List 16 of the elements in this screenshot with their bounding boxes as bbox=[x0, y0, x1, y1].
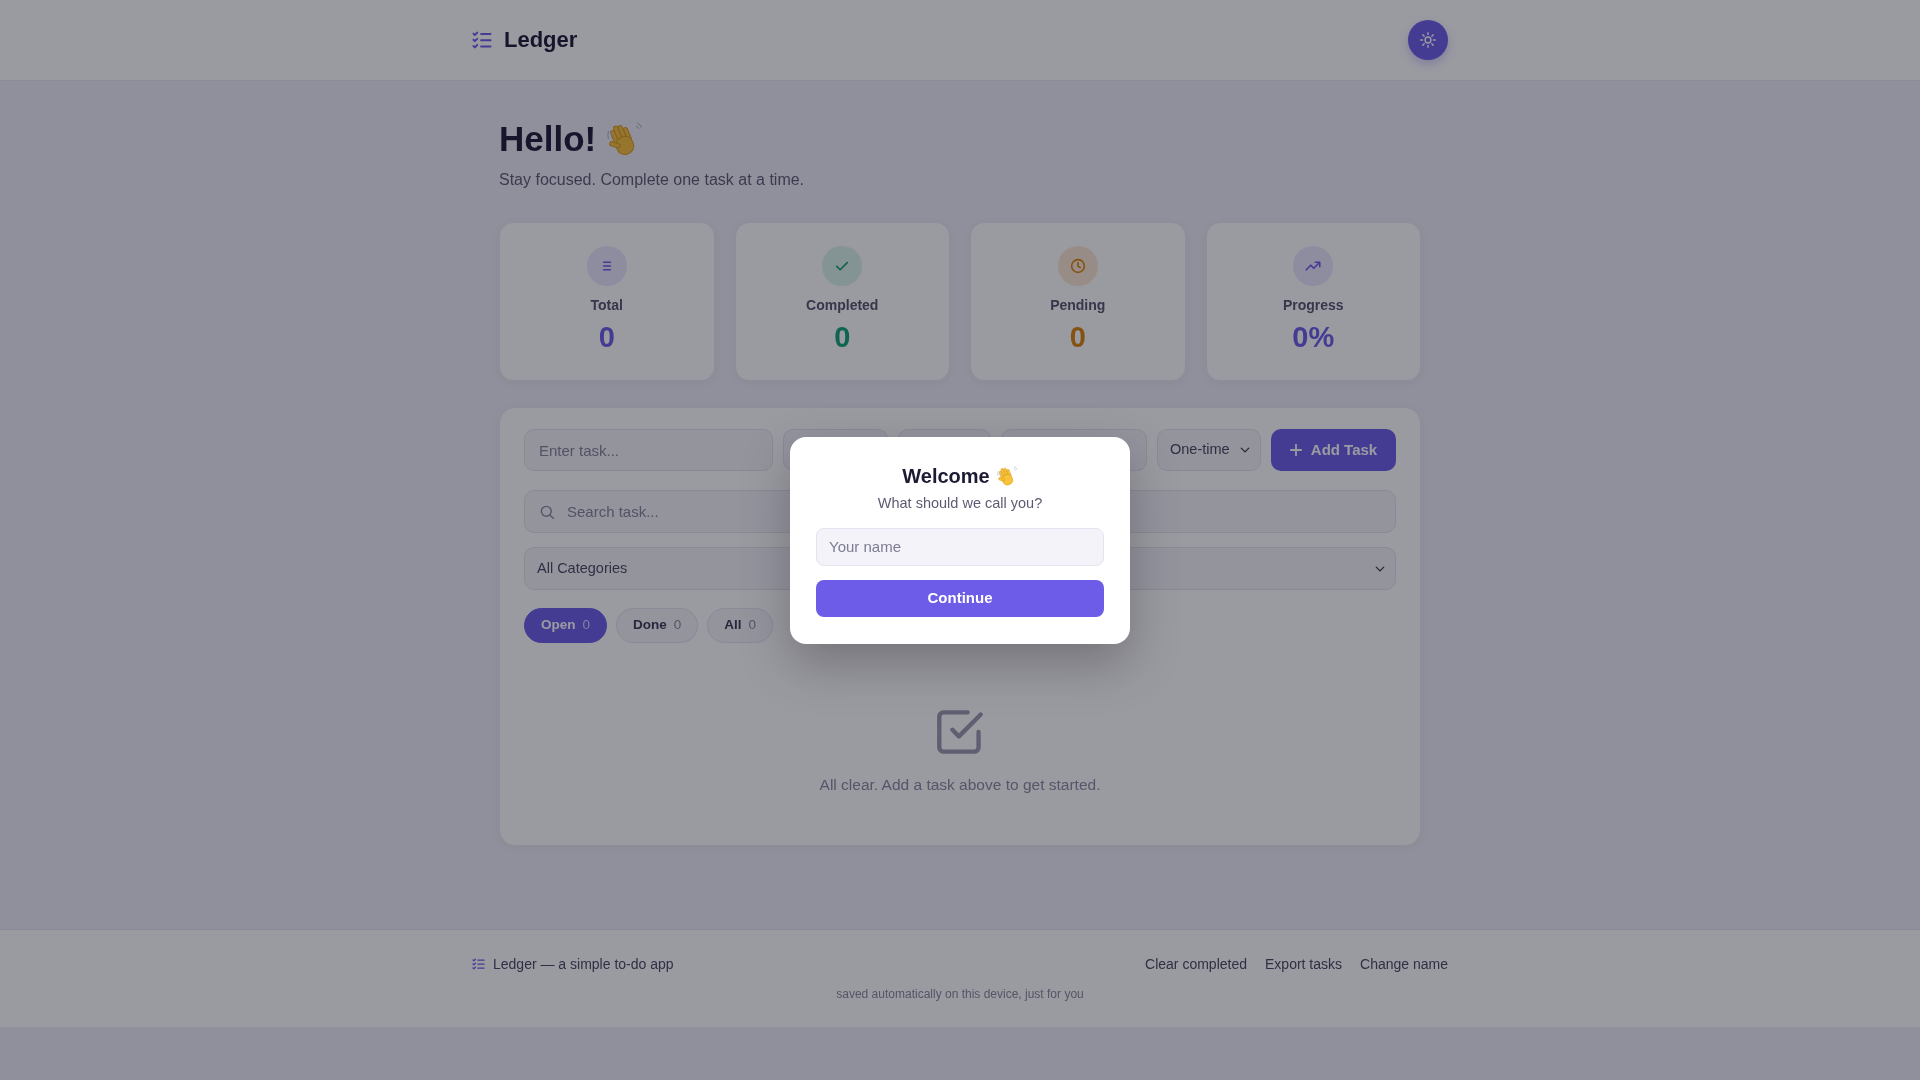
stat-label: Progress bbox=[1281, 296, 1345, 315]
stat-label: Completed bbox=[805, 296, 880, 315]
app-title: Ledger bbox=[504, 26, 578, 54]
footer-note: saved automatically on this device, just for you bbox=[836, 987, 1084, 1001]
dialog-subtitle: What should we call you? bbox=[876, 493, 1044, 513]
stat-value: 0 bbox=[1068, 320, 1087, 354]
stat-value: 0 bbox=[833, 320, 852, 354]
greeting-subtitle: Stay focused. Complete one task at a time. bbox=[499, 170, 806, 190]
stat-label: Pending bbox=[1049, 296, 1107, 315]
greeting-title: Hello! bbox=[499, 118, 597, 160]
stat-value: 0% bbox=[1291, 320, 1336, 354]
dialog-title: Welcome bbox=[902, 463, 990, 489]
stat-label: Total bbox=[589, 296, 624, 315]
footer-brand: Ledger — a simple to-do app bbox=[493, 955, 674, 974]
empty-message: All clear. Add a task above to get started. bbox=[819, 775, 1101, 795]
stat-value: 0 bbox=[597, 320, 616, 354]
